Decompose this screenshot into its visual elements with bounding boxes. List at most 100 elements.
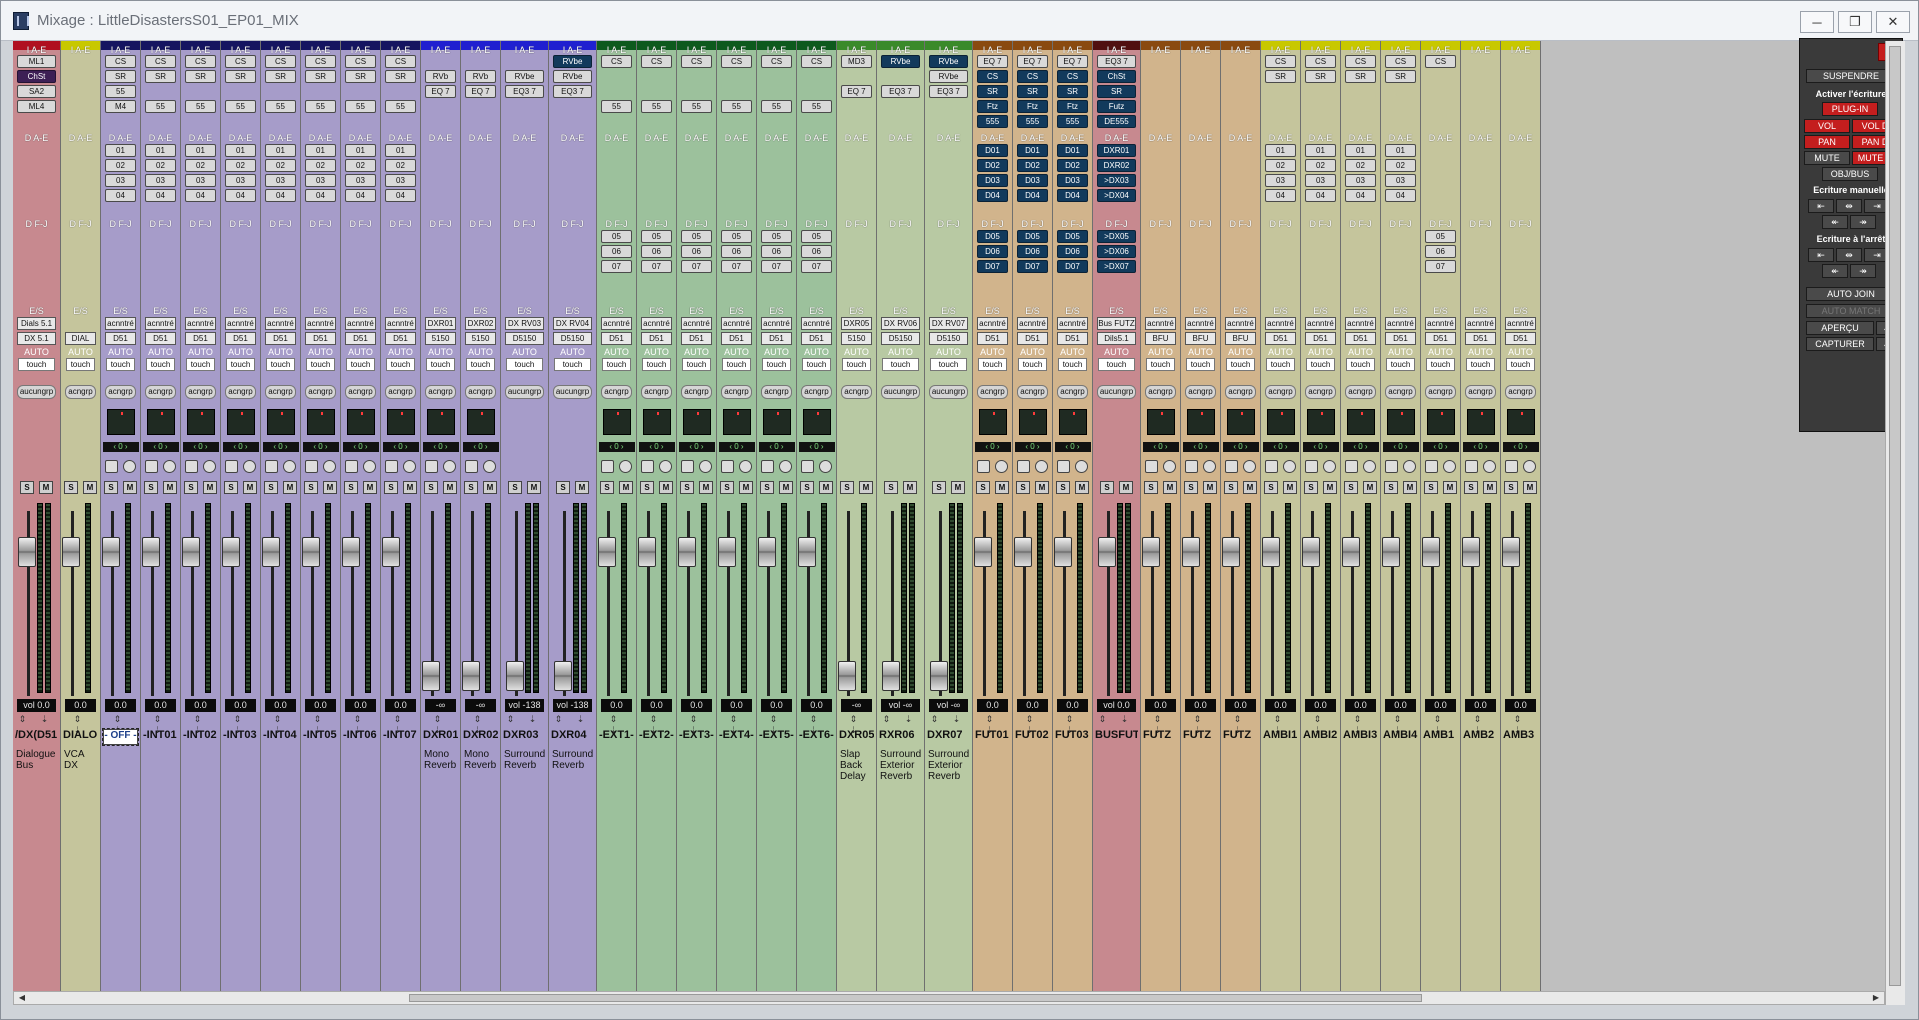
mute-button[interactable]: M — [163, 481, 177, 494]
volume-fader[interactable] — [62, 537, 80, 567]
insert-slot[interactable]: SR — [977, 85, 1008, 98]
send-slot[interactable]: 06 — [641, 245, 672, 258]
group-selector[interactable]: acngrp — [105, 385, 136, 399]
send-slot[interactable]: D06 — [1017, 245, 1048, 258]
mute-button[interactable]: M — [859, 481, 873, 494]
record-button[interactable] — [1283, 460, 1296, 473]
automation-mode-selector[interactable]: touch — [1386, 358, 1415, 371]
send-slot[interactable]: 03 — [145, 174, 176, 187]
output-selector[interactable]: D51 — [801, 332, 832, 345]
volume-fader[interactable] — [1182, 537, 1200, 567]
volume-fader[interactable] — [1262, 537, 1280, 567]
mute-button[interactable]: M — [1163, 481, 1177, 494]
automation-mode-selector[interactable]: touch — [882, 358, 919, 371]
solo-button[interactable]: S — [1304, 481, 1318, 494]
output-selector[interactable]: D51 — [1265, 332, 1296, 345]
insert-slot[interactable]: 55 — [345, 100, 376, 113]
volume-fader[interactable] — [182, 537, 200, 567]
send-slot[interactable]: D05 — [1017, 230, 1048, 243]
send-slot[interactable]: 02 — [385, 159, 416, 172]
track-controls[interactable]: ⇕ ⇣ — [225, 714, 256, 735]
solo-button[interactable]: S — [556, 481, 570, 494]
pan-knob[interactable] — [802, 409, 831, 435]
send-slot[interactable]: DXR01 — [1097, 144, 1136, 157]
insert-slot[interactable]: RVbe — [553, 55, 592, 68]
insert-slot[interactable]: SR — [225, 70, 256, 83]
volume-fader[interactable] — [838, 661, 856, 691]
automation-mode-selector[interactable]: touch — [930, 358, 967, 371]
insert-slot[interactable]: SR — [345, 70, 376, 83]
mute-button[interactable]: M — [403, 481, 417, 494]
track-name[interactable]: -INT07 — [383, 729, 418, 745]
automation-mode-selector[interactable]: touch — [1058, 358, 1087, 371]
input-monitor-button[interactable] — [105, 460, 118, 473]
insert-slot[interactable]: CS — [601, 55, 632, 68]
send-slot[interactable]: 02 — [225, 159, 256, 172]
send-slot[interactable]: D06 — [1057, 245, 1088, 258]
mute-button[interactable]: M — [1403, 481, 1417, 494]
volume-fader[interactable] — [554, 661, 572, 691]
pan-knob[interactable] — [466, 409, 495, 435]
input-selector[interactable]: acnntré — [1225, 317, 1256, 330]
insert-slot[interactable]: SR — [1385, 70, 1416, 83]
group-selector[interactable]: acngrp — [1265, 385, 1296, 399]
pan-knob[interactable] — [266, 409, 295, 435]
output-selector[interactable]: BFU — [1145, 332, 1176, 345]
mute-button[interactable]: M — [819, 481, 833, 494]
mute-button[interactable]: M — [123, 481, 137, 494]
insert-slot[interactable]: CS — [345, 55, 376, 68]
insert-slot[interactable]: SR — [385, 70, 416, 83]
record-button[interactable] — [1363, 460, 1376, 473]
insert-slot[interactable]: EQ 7 — [1017, 55, 1048, 68]
insert-slot[interactable]: Ftz — [977, 100, 1008, 113]
automation-mode-selector[interactable]: touch — [1098, 358, 1135, 371]
group-selector[interactable]: acngrp — [1505, 385, 1536, 399]
record-button[interactable] — [483, 460, 496, 473]
automation-mode-selector[interactable]: touch — [226, 358, 255, 371]
input-monitor-button[interactable] — [305, 460, 318, 473]
insert-slot[interactable]: 55 — [385, 100, 416, 113]
track-name[interactable]: FUTZ — [1223, 729, 1258, 745]
output-selector[interactable]: D51 — [721, 332, 752, 345]
input-monitor-button[interactable] — [225, 460, 238, 473]
pan-knob[interactable] — [1306, 409, 1335, 435]
group-selector[interactable]: aucungrp — [505, 385, 544, 399]
group-selector[interactable]: acngrp — [345, 385, 376, 399]
obj-bus-button[interactable]: OBJ/BUS — [1822, 167, 1878, 181]
send-slot[interactable]: 03 — [305, 174, 336, 187]
input-monitor-button[interactable] — [345, 460, 358, 473]
automation-mode-selector[interactable]: touch — [762, 358, 791, 371]
insert-slot[interactable]: ML1 — [17, 55, 56, 68]
input-selector[interactable]: acnntré — [801, 317, 832, 330]
send-slot[interactable]: 07 — [721, 260, 752, 273]
insert-slot[interactable]: CS — [1345, 55, 1376, 68]
output-selector[interactable]: D51 — [1057, 332, 1088, 345]
track-name[interactable]: -INT04 — [263, 729, 298, 745]
output-selector[interactable]: D51 — [185, 332, 216, 345]
volume-fader[interactable] — [1422, 537, 1440, 567]
insert-slot[interactable]: SR — [265, 70, 296, 83]
track-controls[interactable]: ⇕ ⇣ — [145, 714, 176, 735]
solo-button[interactable]: S — [760, 481, 774, 494]
track-name[interactable]: AMB2 — [1463, 729, 1498, 745]
send-slot[interactable]: 06 — [801, 245, 832, 258]
insert-slot[interactable]: RVbe — [929, 70, 968, 83]
output-selector[interactable]: D5150 — [881, 332, 920, 345]
insert-slot[interactable]: EQ 7 — [425, 85, 456, 98]
horizontal-scroll-thumb[interactable] — [409, 994, 1422, 1002]
input-selector[interactable]: acnntré — [1345, 317, 1376, 330]
insert-slot[interactable]: 55 — [145, 100, 176, 113]
output-selector[interactable]: D51 — [641, 332, 672, 345]
volume-fader[interactable] — [1462, 537, 1480, 567]
solo-button[interactable]: S — [1264, 481, 1278, 494]
input-selector[interactable]: acnntré — [601, 317, 632, 330]
input-selector[interactable]: DXR05 — [841, 317, 872, 330]
send-slot[interactable]: 02 — [265, 159, 296, 172]
record-button[interactable] — [1443, 460, 1456, 473]
insert-slot[interactable]: 55 — [801, 100, 832, 113]
send-slot[interactable]: 03 — [265, 174, 296, 187]
auto-join-button[interactable]: AUTO JOIN — [1806, 287, 1896, 301]
automation-mode-selector[interactable]: touch — [306, 358, 335, 371]
automation-mode-selector[interactable]: touch — [386, 358, 415, 371]
solo-button[interactable]: S — [64, 481, 78, 494]
